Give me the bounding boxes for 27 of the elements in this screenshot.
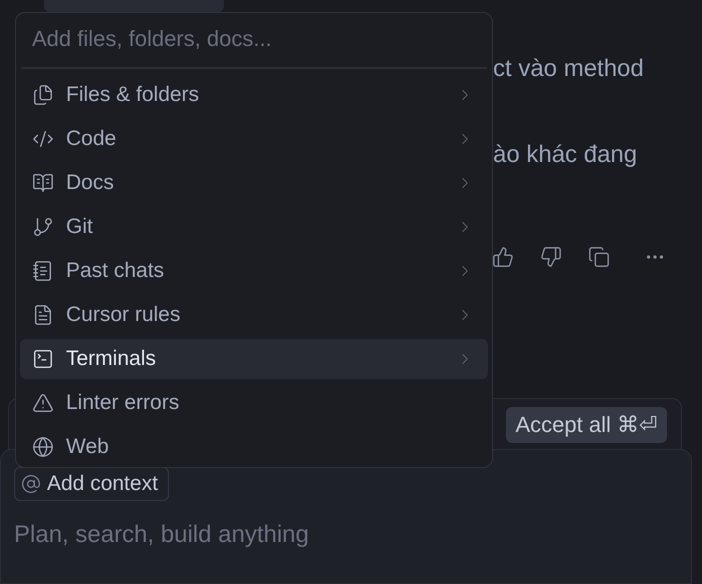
thumbs-down-icon[interactable]	[540, 246, 562, 268]
globe-icon	[32, 436, 54, 458]
menu-item[interactable]: Past chats	[20, 251, 488, 291]
message-text: ct vào method	[493, 56, 645, 82]
warning-icon	[32, 392, 54, 414]
thumbs-up-icon[interactable]	[492, 246, 514, 268]
menu-item[interactable]: Web	[20, 427, 488, 467]
accept-all-button[interactable]: Accept all ⌘⏎	[506, 407, 667, 443]
at-icon	[21, 474, 41, 494]
menu-item[interactable]: Cursor rules	[20, 295, 488, 335]
terminal-icon	[32, 348, 54, 370]
search-field[interactable]: Add files, folders, docs...	[32, 25, 476, 54]
book-icon	[32, 172, 54, 194]
menu-item[interactable]: Git	[20, 207, 488, 247]
menu-item[interactable]: Files & folders	[20, 75, 488, 115]
notebook-icon	[32, 260, 54, 282]
branch-icon	[32, 216, 54, 238]
menu-item[interactable]: Linter errors	[20, 383, 488, 423]
prompt-field[interactable]: Plan, search, build anything	[14, 521, 514, 549]
menu-item[interactable]: Code	[20, 119, 488, 159]
copy-icon[interactable]	[588, 246, 610, 268]
document-icon	[32, 304, 54, 326]
code-icon	[32, 128, 54, 150]
menu-item[interactable]: Docs	[20, 163, 488, 203]
menu-item[interactable]: Terminals	[20, 339, 488, 379]
files-icon	[32, 84, 54, 106]
message-text: ào khác đang	[493, 142, 638, 168]
